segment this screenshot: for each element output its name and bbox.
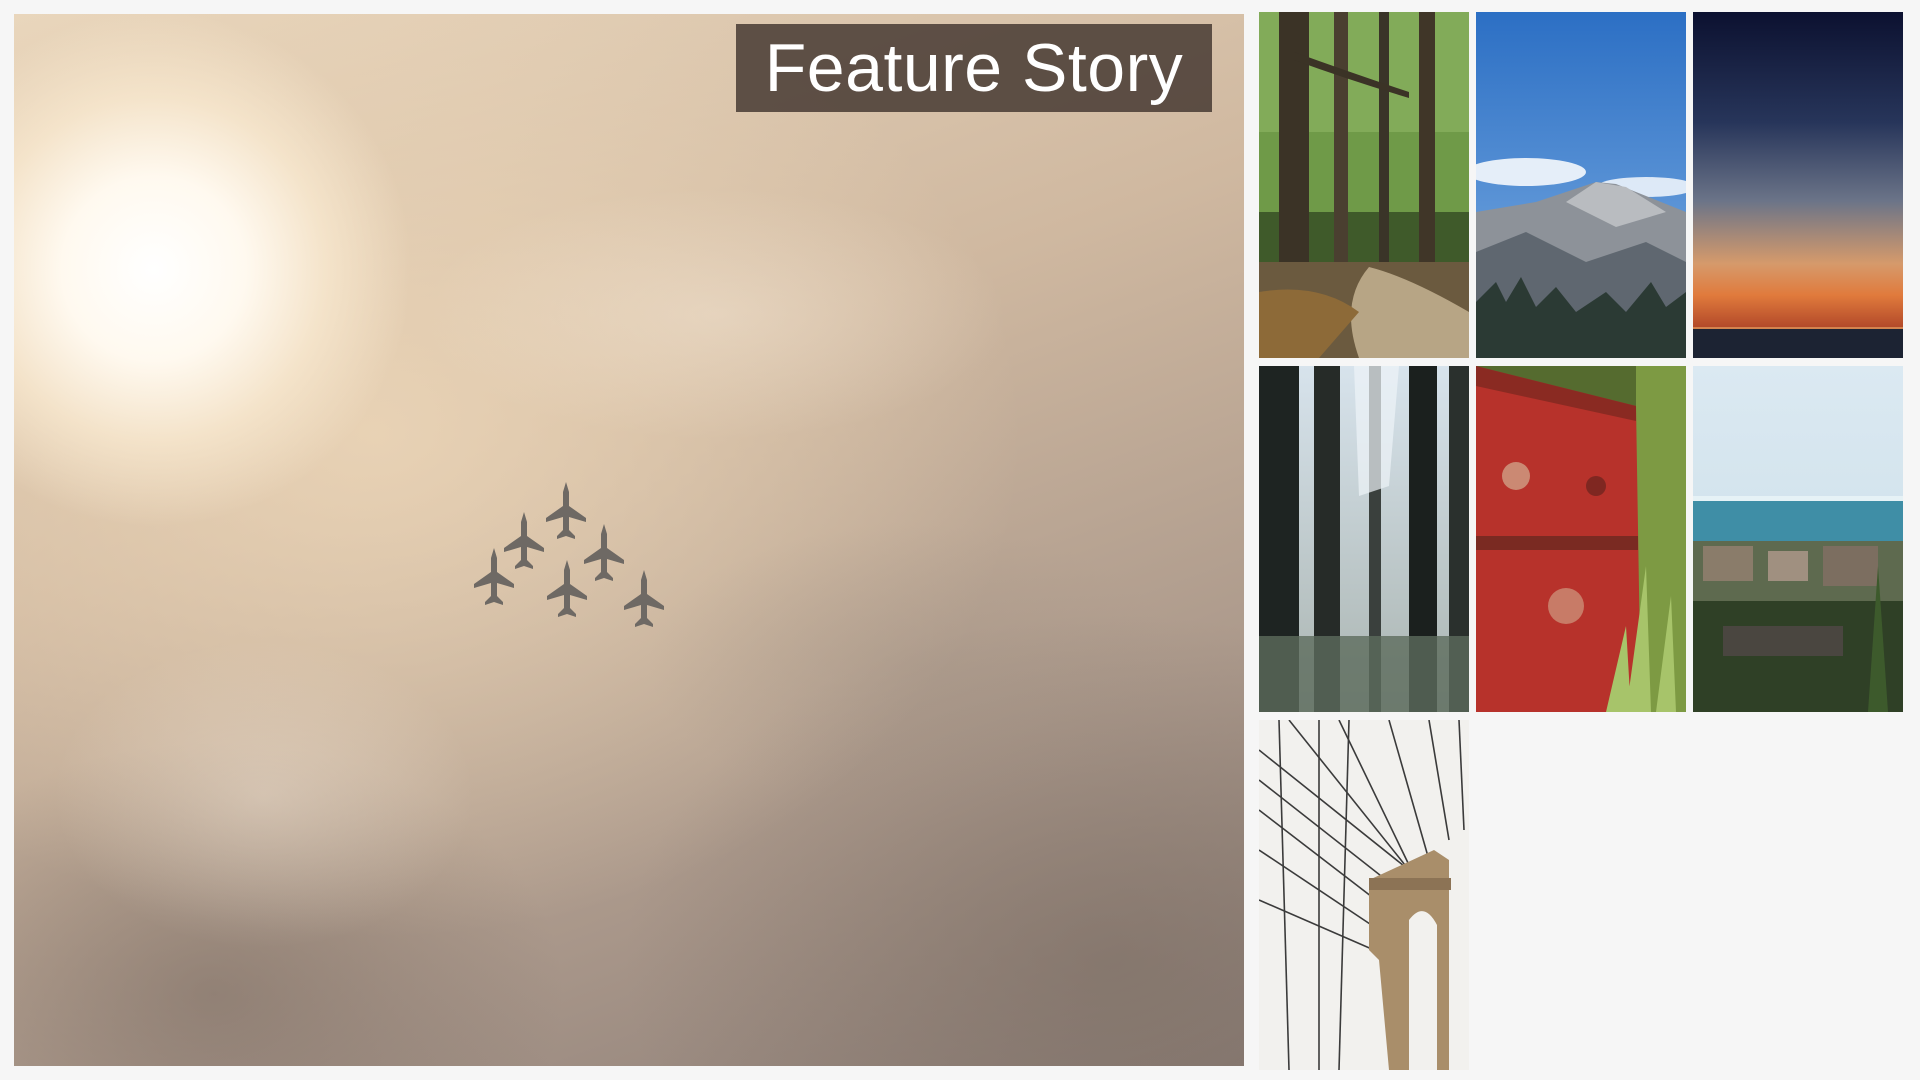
thumbnail-sunset[interactable] bbox=[1693, 12, 1903, 358]
feature-story-card[interactable]: Feature Story bbox=[14, 14, 1244, 1066]
rusty-barrel-photo-icon bbox=[1476, 366, 1686, 712]
thumbnail-mountain[interactable] bbox=[1476, 12, 1686, 358]
thumbnail-rusty-barrel[interactable] bbox=[1476, 366, 1686, 712]
suspension-bridge-photo-icon bbox=[1259, 720, 1469, 1070]
jets-formation-icon bbox=[474, 482, 664, 627]
thumbnail-tall-trees[interactable] bbox=[1259, 366, 1469, 712]
photo-gallery-page: Feature Story bbox=[0, 0, 1920, 1080]
mountain-peak-photo-icon bbox=[1476, 12, 1686, 358]
thumbnail-coastal-town[interactable] bbox=[1693, 366, 1903, 712]
thumbnail-forest-path[interactable] bbox=[1259, 12, 1469, 358]
thumbnail-suspension-bridge[interactable] bbox=[1259, 720, 1469, 1070]
forest-path-photo-icon bbox=[1259, 12, 1469, 358]
coastal-town-photo-icon bbox=[1693, 366, 1903, 712]
feature-title: Feature Story bbox=[764, 30, 1184, 106]
sunset-sea-photo-icon bbox=[1693, 12, 1903, 358]
feature-title-badge: Feature Story bbox=[736, 24, 1212, 112]
tall-trees-photo-icon bbox=[1259, 366, 1469, 712]
